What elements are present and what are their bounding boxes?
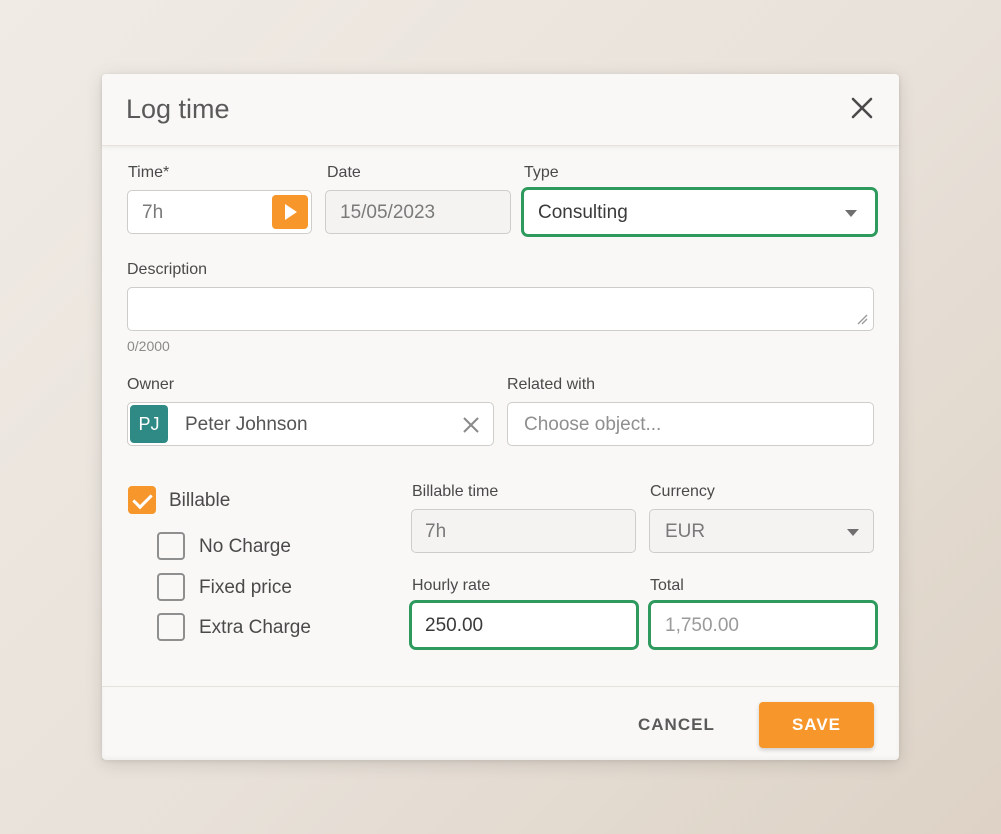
save-button[interactable]: SAVE (759, 702, 874, 748)
no-charge-checkbox[interactable] (157, 532, 185, 560)
dialog-header: Log time (102, 74, 899, 146)
date-field[interactable]: 15/05/2023 (325, 190, 511, 234)
caret-down-icon (847, 529, 859, 536)
resize-handle-icon[interactable] (856, 313, 868, 325)
date-label: Date (327, 164, 361, 181)
owner-field[interactable]: PJ Peter Johnson (127, 402, 494, 446)
billable-checkbox[interactable] (128, 486, 156, 514)
total-input[interactable]: 1,750.00 (648, 600, 878, 650)
description-counter: 0/2000 (127, 338, 170, 354)
time-label: Time* (128, 164, 170, 181)
type-select[interactable]: Consulting (521, 187, 878, 237)
description-label: Description (127, 261, 208, 278)
hourly-rate-input[interactable]: 250.00 (409, 600, 639, 650)
fixed-price-checkbox[interactable] (157, 573, 185, 601)
dialog-title: Log time (126, 94, 230, 124)
currency-value: EUR (665, 521, 706, 542)
caret-down-icon (845, 210, 857, 217)
extra-charge-label: Extra Charge (199, 617, 311, 638)
clear-icon[interactable] (462, 416, 480, 434)
cancel-button[interactable]: CANCEL (638, 715, 715, 735)
time-value: 7h (142, 202, 164, 223)
extra-charge-checkbox[interactable] (157, 613, 185, 641)
no-charge-label: No Charge (199, 536, 291, 557)
total-label: Total (650, 577, 684, 594)
billable-time-label: Billable time (412, 483, 499, 500)
fixed-price-label: Fixed price (199, 577, 292, 598)
play-icon[interactable] (272, 195, 308, 229)
description-textarea[interactable] (127, 287, 874, 331)
hourly-rate-value: 250.00 (425, 615, 484, 636)
related-placeholder: Choose object... (524, 414, 662, 435)
related-label: Related with (507, 376, 596, 393)
owner-name: Peter Johnson (185, 414, 308, 435)
close-icon[interactable] (848, 94, 876, 122)
total-value: 1,750.00 (665, 615, 739, 636)
date-value: 15/05/2023 (340, 202, 436, 223)
dialog-footer: CANCEL SAVE (102, 686, 899, 760)
billable-time-field[interactable]: 7h (411, 509, 636, 553)
billable-time-value: 7h (425, 521, 447, 542)
hourly-rate-label: Hourly rate (412, 577, 491, 594)
currency-label: Currency (650, 483, 715, 500)
related-field[interactable]: Choose object... (507, 402, 874, 446)
owner-label: Owner (127, 376, 175, 393)
type-value: Consulting (538, 202, 628, 223)
type-label: Type (524, 164, 559, 181)
avatar: PJ (130, 405, 168, 443)
currency-select[interactable]: EUR (649, 509, 874, 553)
billable-label: Billable (169, 490, 231, 511)
log-time-dialog: Log time Time* 7h Date 15/05/2023 Type C… (102, 74, 899, 760)
time-field[interactable]: 7h (127, 190, 312, 234)
